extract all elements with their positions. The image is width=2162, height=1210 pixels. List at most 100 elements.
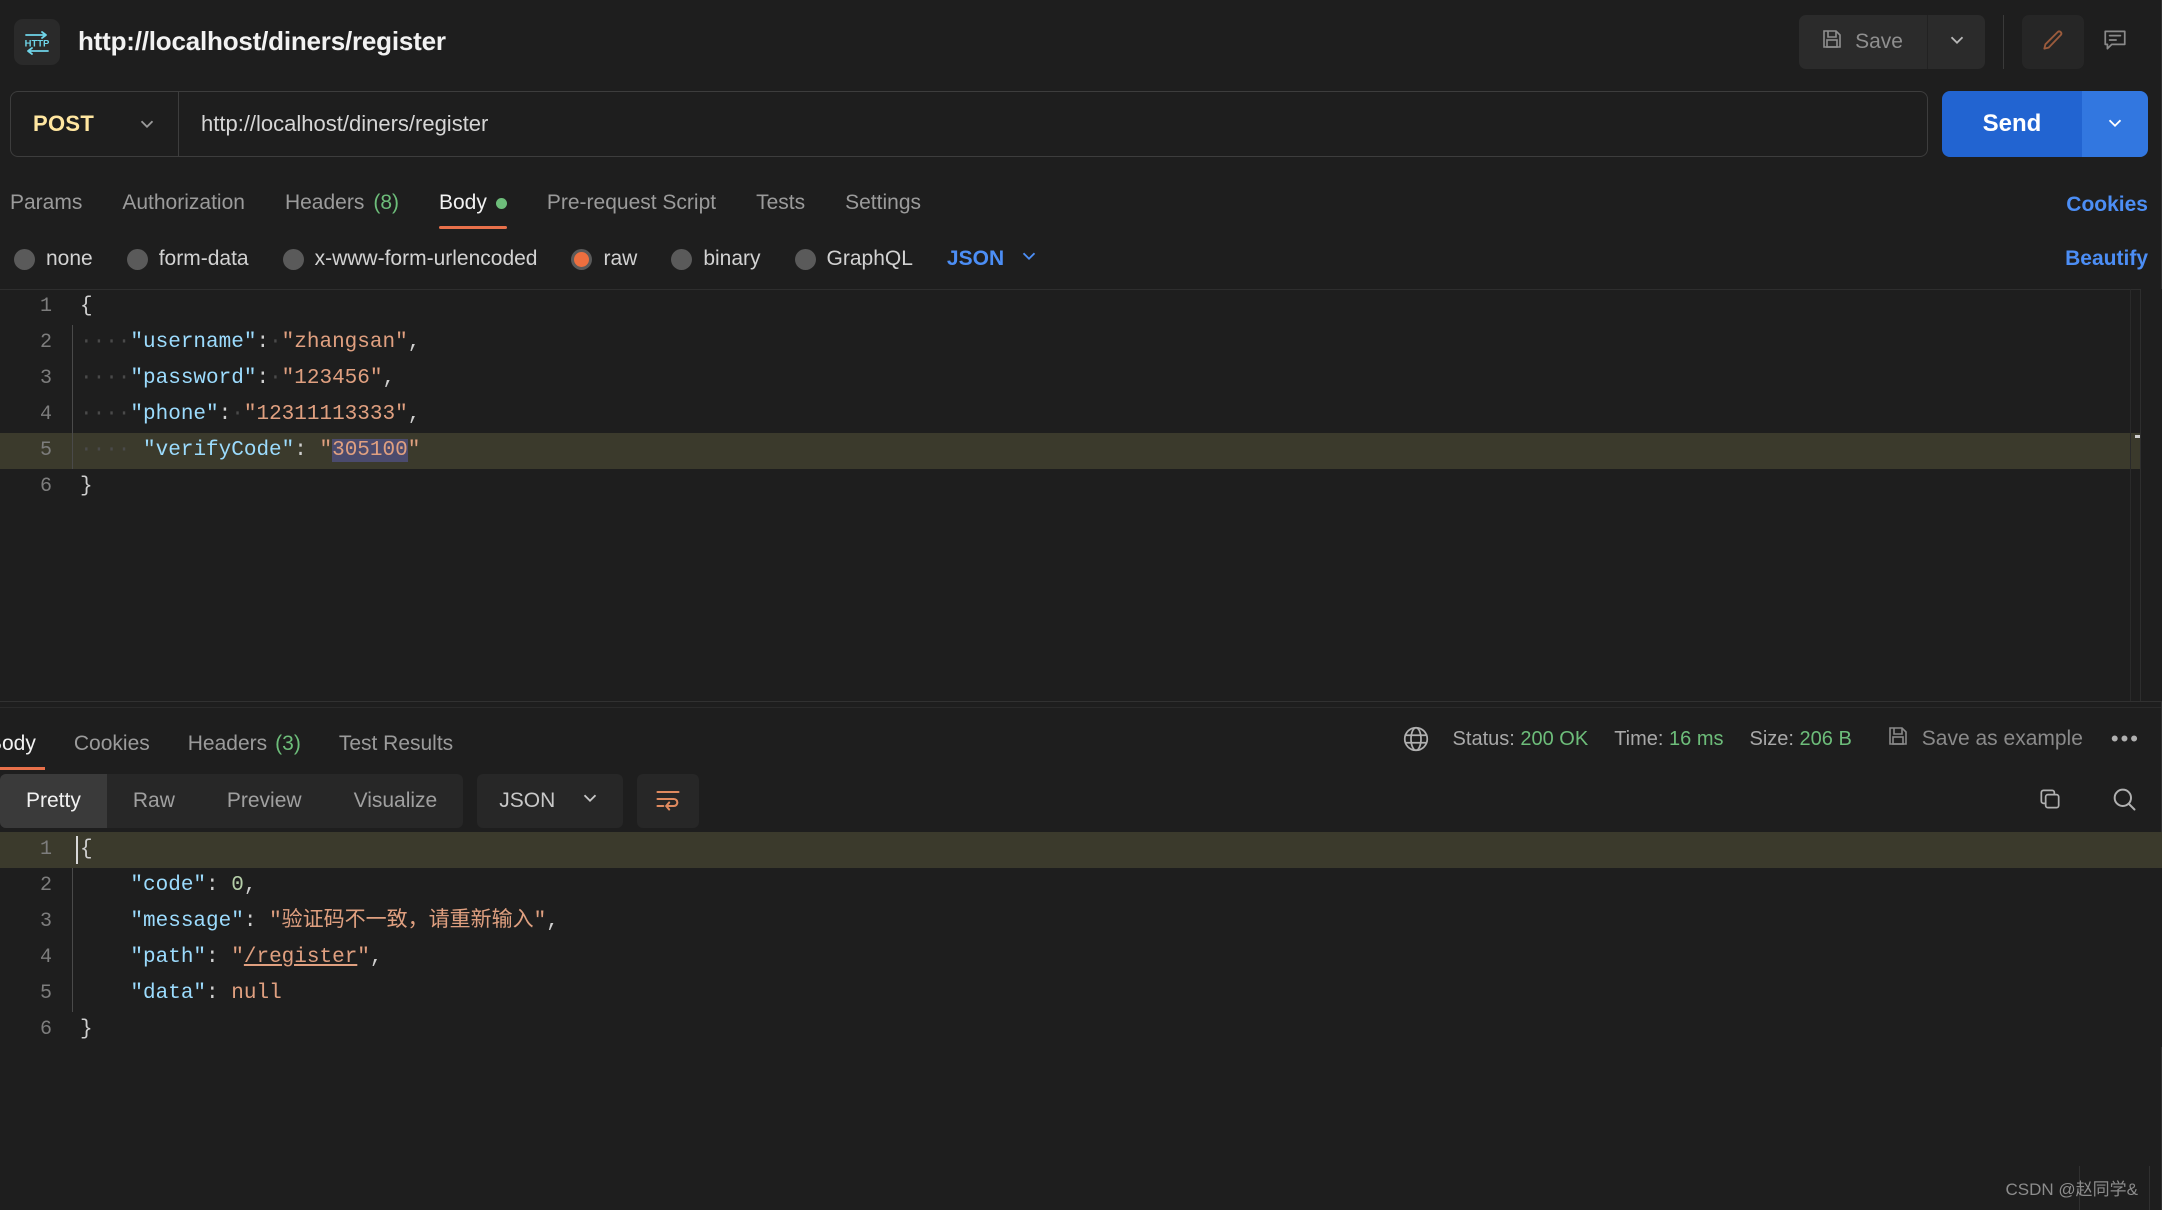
response-headers-count-badge: (3) — [275, 732, 301, 756]
time-value: 16 ms — [1669, 728, 1723, 750]
response-view-visualize[interactable]: Visualize — [328, 774, 464, 828]
response-tab-body[interactable]: Body — [0, 708, 55, 770]
body-type-binary[interactable]: binary — [671, 247, 760, 271]
body-present-dot-icon — [496, 198, 507, 209]
code-line[interactable]: 2····"username":·"zhangsan", — [0, 325, 2162, 361]
wrap-lines-button[interactable] — [637, 774, 699, 828]
method-select[interactable]: POST — [11, 92, 179, 156]
code-line[interactable]: 3 "message": "验证码不一致，请重新输入", — [0, 904, 2162, 940]
body-type-right: Beautify — [2065, 247, 2148, 271]
code-line[interactable]: 4····"phone":·"12311113333", — [0, 397, 2162, 433]
tab-settings[interactable]: Settings — [825, 191, 941, 229]
text-cursor — [76, 836, 78, 864]
line-number: 3 — [0, 361, 72, 397]
method-label: POST — [33, 111, 94, 137]
code-line[interactable]: 3····"password":·"123456", — [0, 361, 2162, 397]
save-button[interactable]: Save — [1799, 15, 1927, 69]
body-type-none[interactable]: none — [14, 247, 93, 271]
code-line[interactable]: 4 "path": "/register", — [0, 940, 2162, 976]
response-body-viewer[interactable]: 1{2 "code": 0,3 "message": "验证码不一致，请重新输入… — [0, 832, 2162, 1047]
line-number: 1 — [0, 832, 72, 868]
body-type-raw[interactable]: raw — [571, 247, 637, 271]
line-number: 4 — [0, 397, 72, 433]
chevron-down-icon — [579, 787, 601, 815]
size-badge: Size: 206 B — [1750, 728, 1852, 751]
code-text: ···· "verifyCode": "305100" — [73, 433, 420, 469]
code-line[interactable]: 6} — [0, 1012, 2162, 1047]
response-tab-cookies[interactable]: Cookies — [55, 708, 169, 770]
tab-label: Cookies — [74, 732, 150, 756]
tab-body[interactable]: Body — [419, 191, 527, 229]
size-value: 206 B — [1800, 728, 1852, 750]
line-number: 5 — [0, 976, 72, 1012]
body-type-graphql[interactable]: GraphQL — [795, 247, 913, 271]
response-view-pretty[interactable]: Pretty — [0, 774, 107, 828]
code-text: { — [73, 289, 93, 325]
beautify-link[interactable]: Beautify — [2065, 247, 2148, 271]
chevron-down-icon — [1946, 29, 1968, 54]
tab-label: Pre-request Script — [547, 191, 716, 215]
tab-pre-request-script[interactable]: Pre-request Script — [527, 191, 736, 229]
status-badge: Status: 200 OK — [1453, 728, 1589, 751]
response-view-raw[interactable]: Raw — [107, 774, 201, 828]
save-button-label: Save — [1855, 30, 1903, 54]
headers-count-badge: (8) — [373, 191, 399, 215]
chevron-down-icon — [1018, 245, 1040, 273]
search-button[interactable] — [2100, 777, 2148, 825]
response-format-select[interactable]: JSON — [477, 774, 623, 828]
tab-label: Settings — [845, 191, 921, 215]
send-options-button[interactable] — [2082, 91, 2148, 157]
code-text: } — [73, 469, 93, 505]
line-number: 2 — [0, 325, 72, 361]
line-number: 6 — [0, 469, 72, 505]
tab-params[interactable]: Params — [10, 191, 102, 229]
copy-button[interactable] — [2026, 777, 2074, 825]
request-body-editor[interactable]: 1{2····"username":·"zhangsan",3····"pass… — [0, 289, 2162, 701]
response-code-area[interactable]: 1{2 "code": 0,3 "message": "验证码不一致，请重新输入… — [0, 832, 2162, 1047]
tab-tests[interactable]: Tests — [736, 191, 825, 229]
code-line[interactable]: 1{ — [0, 289, 2162, 325]
radio-icon — [795, 249, 816, 270]
code-line[interactable]: 5···· "verifyCode": "305100" — [0, 433, 2162, 469]
cookies-link[interactable]: Cookies — [2066, 193, 2148, 217]
body-type-x-www-form-urlencoded[interactable]: x-www-form-urlencoded — [283, 247, 538, 271]
response-tab-test-results[interactable]: Test Results — [320, 708, 472, 770]
response-view-preview[interactable]: Preview — [201, 774, 328, 828]
response-meta-bar: Body Cookies Headers (3) Test Results St… — [0, 708, 2162, 770]
body-format-select[interactable]: JSON — [947, 245, 1040, 273]
code-line[interactable]: 5 "data": null — [0, 976, 2162, 1012]
copy-icon — [2037, 786, 2063, 817]
code-text: "path": "/register", — [73, 940, 383, 976]
line-number: 6 — [0, 1012, 72, 1047]
more-options-icon[interactable]: ••• — [2103, 726, 2148, 752]
body-type-form-data[interactable]: form-data — [127, 247, 249, 271]
comments-button[interactable] — [2084, 15, 2146, 69]
url-input[interactable]: http://localhost/diners/register — [179, 111, 488, 137]
code-text: "code": 0, — [73, 868, 256, 904]
line-number: 2 — [0, 868, 72, 904]
send-button[interactable]: Send — [1942, 91, 2082, 157]
tab-authorization[interactable]: Authorization — [102, 191, 265, 229]
code-line[interactable]: 1{ — [0, 832, 2162, 868]
chevron-down-icon — [136, 113, 158, 135]
tab-label: Tests — [756, 191, 805, 215]
watermark-divider-2 — [2149, 1166, 2150, 1210]
send-button-group: Send — [1942, 91, 2148, 157]
tab-headers[interactable]: Headers (8) — [265, 191, 419, 229]
tab-label: Headers — [285, 191, 364, 215]
code-line[interactable]: 6} — [0, 469, 2162, 505]
status-label: Status: — [1453, 728, 1515, 750]
body-type-bar: none form-data x-www-form-urlencoded raw… — [0, 229, 2162, 289]
response-tab-headers[interactable]: Headers (3) — [169, 708, 320, 770]
body-type-label: GraphQL — [827, 247, 913, 271]
code-line[interactable]: 2 "code": 0, — [0, 868, 2162, 904]
save-as-example-button[interactable]: Save as example — [1886, 724, 2083, 754]
save-button-group: Save — [1799, 15, 1985, 69]
request-editor-right-strip — [2140, 289, 2162, 701]
response-tab-bar: Body Cookies Headers (3) Test Results — [0, 708, 472, 770]
edit-button[interactable] — [2022, 15, 2084, 69]
body-format-label: JSON — [947, 247, 1004, 271]
request-code-area[interactable]: 1{2····"username":·"zhangsan",3····"pass… — [0, 289, 2162, 505]
code-text: "data": null — [73, 976, 282, 1012]
save-options-button[interactable] — [1927, 15, 1985, 69]
